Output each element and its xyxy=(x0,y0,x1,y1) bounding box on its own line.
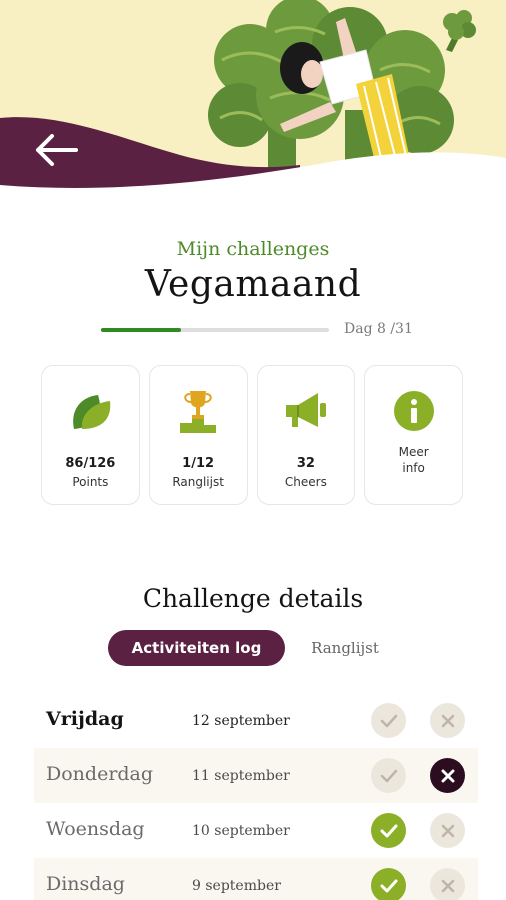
cross-button[interactable] xyxy=(430,813,465,848)
cross-button[interactable] xyxy=(430,868,465,900)
cross-button[interactable] xyxy=(430,758,465,793)
log-date: 12 september xyxy=(192,713,290,729)
back-button[interactable] xyxy=(34,134,90,178)
points-value: 86/126 xyxy=(65,456,116,471)
ranking-label: Ranglijst xyxy=(172,475,224,489)
log-row: Donderdag 11 september xyxy=(34,748,478,803)
cheers-value: 32 xyxy=(296,456,315,471)
ranking-value: 1/12 xyxy=(182,456,215,471)
check-button[interactable] xyxy=(371,703,406,738)
close-icon xyxy=(441,714,454,727)
check-button[interactable] xyxy=(371,813,406,848)
check-icon xyxy=(380,769,397,782)
more-info-label: Meer info xyxy=(398,445,429,475)
info-icon xyxy=(391,388,437,434)
cross-button[interactable] xyxy=(430,703,465,738)
cheers-card[interactable]: 32 Cheers xyxy=(256,365,356,505)
check-button[interactable] xyxy=(371,758,406,793)
arrow-left-icon xyxy=(36,134,78,166)
log-day: Vrijdag xyxy=(46,708,124,730)
check-button[interactable] xyxy=(371,868,406,900)
progress-bar xyxy=(101,328,329,332)
log-row: Vrijdag 12 september xyxy=(34,693,478,748)
leaf-icon xyxy=(67,388,113,434)
check-icon xyxy=(380,824,397,837)
stats-cards: 86/126 Points 1/12 Ranglijst 32 Cheers M… xyxy=(41,365,463,505)
log-date: 9 september xyxy=(192,878,281,894)
cheers-label: Cheers xyxy=(284,475,327,489)
close-icon xyxy=(441,769,454,782)
log-date: 10 september xyxy=(192,823,290,839)
ranking-card[interactable]: 1/12 Ranglijst xyxy=(148,365,248,505)
log-day: Donderdag xyxy=(46,763,154,785)
trophy-icon xyxy=(175,388,221,434)
check-icon xyxy=(380,879,397,892)
header-illustration xyxy=(0,0,506,205)
check-icon xyxy=(380,714,397,727)
log-date: 11 september xyxy=(192,768,290,784)
log-day: Woensdag xyxy=(46,818,145,840)
progress-fill xyxy=(101,328,181,332)
tab-activity-log[interactable]: Activiteiten log xyxy=(108,630,285,666)
close-icon xyxy=(441,879,454,892)
details-title: Challenge details xyxy=(142,584,364,613)
points-label: Points xyxy=(72,475,109,489)
megaphone-icon xyxy=(283,388,329,434)
log-row: Dinsdag 9 september xyxy=(34,858,478,900)
close-icon xyxy=(441,824,454,837)
challenge-title: Vegamaand xyxy=(144,264,362,305)
day-label: Dag 8 /31 xyxy=(344,321,413,337)
log-day: Dinsdag xyxy=(46,873,125,895)
challenge-subtitle: Mijn challenges xyxy=(176,238,330,260)
more-info-card[interactable]: Meer info xyxy=(364,365,463,505)
activity-log-list: Vrijdag 12 september Donderdag 11 septem… xyxy=(34,693,478,900)
points-card[interactable]: 86/126 Points xyxy=(41,365,140,505)
log-row: Woensdag 10 september xyxy=(34,803,478,858)
tab-ranking[interactable]: Ranglijst xyxy=(296,630,394,666)
